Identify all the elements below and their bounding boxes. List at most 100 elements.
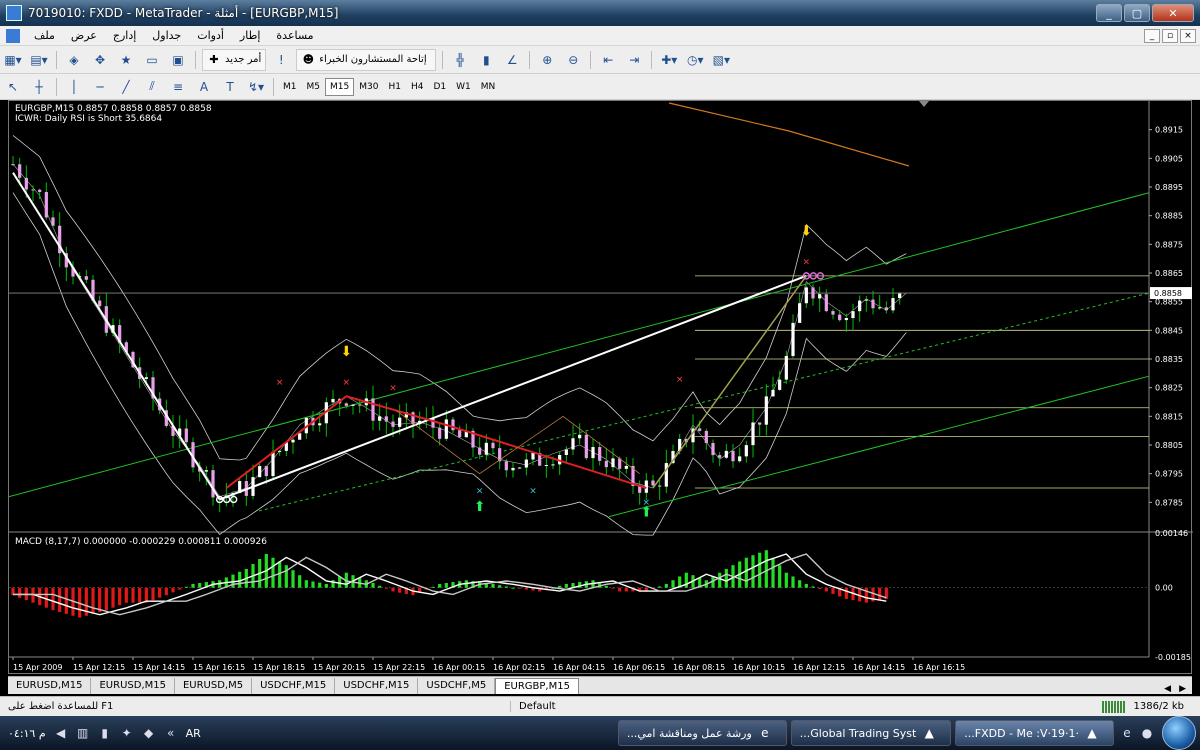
time-label: 15 Apr 16:15 [193, 663, 245, 672]
bar-chart-icon[interactable]: ╬ [449, 50, 471, 70]
line-chart-icon[interactable]: ∠ [501, 50, 523, 70]
mdi-minimize-button[interactable]: _ [1144, 28, 1160, 43]
timeframe-mn[interactable]: MN [476, 78, 501, 96]
profiles-icon[interactable]: ▤▾ [28, 50, 50, 70]
close-button[interactable]: ✕ [1152, 4, 1194, 22]
timeframe-d1[interactable]: D1 [428, 78, 451, 96]
chart-tab[interactable]: EURUSD,M5 [175, 678, 253, 694]
macd-histogram-bar [491, 583, 495, 588]
mdi-close-button[interactable]: × [1180, 28, 1196, 43]
taskbar-task-workshop[interactable]: ...ورشة عمل ومناقشة امي e [617, 720, 787, 746]
tray-app-icon[interactable]: ✦ [120, 726, 134, 740]
minimize-button[interactable]: _ [1096, 4, 1122, 22]
candle-body [791, 322, 795, 357]
menu-view[interactable]: عرض [63, 29, 105, 42]
market-watch-icon[interactable]: ◈ [63, 50, 85, 70]
timeframe-w1[interactable]: W1 [451, 78, 476, 96]
macd-histogram-bar [824, 587, 828, 592]
battery-icon[interactable]: ▮ [98, 726, 112, 740]
arrows-icon[interactable]: ↯▾ [245, 77, 267, 97]
tray-shield-icon[interactable]: ◆ [142, 726, 156, 740]
price-chart[interactable]: 0.8915 0.8905 0.8895 0.8885 0.8875 0.8865 0.88… [9, 101, 1193, 675]
menu-help[interactable]: مساعدة [268, 29, 321, 42]
candle-body [31, 189, 35, 191]
periods-icon[interactable]: ◷▾ [684, 50, 706, 70]
new-order-button[interactable]: ✚ أمر جديد [202, 48, 267, 71]
new-chart-icon[interactable]: ▦▾ [2, 50, 24, 70]
macd-histogram-bar [818, 587, 822, 589]
chart-window[interactable]: 0.8915 0.8905 0.8895 0.8885 0.8875 0.8865 0.88… [8, 100, 1193, 675]
macd-histogram-bar [718, 572, 722, 588]
volume-icon[interactable]: ◀ [54, 726, 68, 740]
chart-tab[interactable]: USDCHF,M15 [252, 678, 336, 694]
crosshair-icon[interactable]: ┼ [28, 77, 50, 97]
candle-body [611, 458, 615, 468]
zoom-in-icon[interactable]: ⊕ [536, 50, 558, 70]
candle-body [891, 298, 895, 311]
metaeditor-icon[interactable]: ! [270, 50, 292, 70]
tray-collapse-icon[interactable]: « [164, 726, 178, 740]
trendline-icon[interactable]: ╱ [115, 77, 137, 97]
candle-body [664, 463, 668, 487]
signal-down-arrow-icon: ⬇ [340, 344, 352, 360]
menu-tools[interactable]: أدوات [189, 29, 232, 42]
macd-histogram-bar [511, 587, 515, 589]
timeframe-h1[interactable]: H1 [383, 78, 406, 96]
templates-icon[interactable]: ▧▾ [710, 50, 732, 70]
favorites-icon[interactable]: ★ [115, 50, 137, 70]
taskbar-clock[interactable]: م ٠٤:١٦ [8, 727, 46, 740]
time-label: 16 Apr 10:15 [733, 663, 785, 672]
taskbar-task-fxdd[interactable]: ...FXDD - Me :V·19·1· ▲ [955, 720, 1114, 746]
zoom-out-icon[interactable]: ⊖ [562, 50, 584, 70]
quicklaunch-firefox-icon[interactable]: ● [1140, 726, 1154, 740]
chart-window-icon[interactable] [6, 28, 20, 43]
candlestick-icon[interactable]: ▮ [475, 50, 497, 70]
chart-tab-active[interactable]: EURGBP,M15 [495, 678, 579, 694]
taskbar-task-global-trading[interactable]: ...Global Trading Syst ▲ [790, 720, 952, 746]
auto-scroll-icon[interactable]: ⇤ [597, 50, 619, 70]
menu-insert[interactable]: إدارج [105, 29, 144, 42]
language-indicator[interactable]: AR [186, 727, 201, 740]
channel-icon[interactable]: ⫽ [141, 77, 163, 97]
candle-body [264, 466, 268, 477]
candle-body [798, 303, 802, 323]
chart-tab[interactable]: EURUSD,M15 [91, 678, 175, 694]
vertical-line-icon[interactable]: │ [63, 77, 85, 97]
menu-charts[interactable]: جداول [144, 29, 189, 42]
text-label-icon[interactable]: T [219, 77, 241, 97]
orange-moving-average [668, 102, 910, 167]
network-icon[interactable]: ▥ [76, 726, 90, 740]
timeframe-m5[interactable]: M5 [302, 78, 326, 96]
expert-advisors-button[interactable]: ☻ إتاحة المستشارون الخبراء [296, 48, 437, 71]
cursor-icon[interactable]: ↖ [2, 77, 24, 97]
timeframe-m1[interactable]: M1 [278, 78, 302, 96]
candle-body [544, 465, 548, 467]
tester-icon[interactable]: ▣ [167, 50, 189, 70]
tab-scroll-right-icon[interactable]: ▶ [1179, 684, 1186, 694]
candle-body [651, 480, 655, 486]
menu-file[interactable]: ملف [26, 29, 63, 42]
mdi-restore-button[interactable]: ▫ [1162, 28, 1178, 43]
horizontal-line-icon[interactable]: ─ [89, 77, 111, 97]
chart-shift-icon[interactable]: ⇥ [623, 50, 645, 70]
tab-scroll-left-icon[interactable]: ◀ [1164, 684, 1171, 694]
terminal-icon[interactable]: ▭ [141, 50, 163, 70]
menu-window[interactable]: إطار [232, 29, 268, 42]
chart-tab[interactable]: EURUSD,M15 [8, 678, 92, 694]
symbol-info: EURGBP,M15 0.8857 0.8858 0.8857 0.8858 [15, 104, 212, 114]
timeframe-m15[interactable]: M15 [325, 77, 355, 96]
maximize-button[interactable]: ▢ [1124, 4, 1150, 22]
candle-body [271, 451, 275, 477]
fibonacci-icon[interactable]: ≡ [167, 77, 189, 97]
quicklaunch-ie-icon[interactable]: e [1120, 726, 1134, 740]
start-button[interactable] [1162, 716, 1196, 750]
macd-histogram-bar [18, 587, 22, 598]
chart-tab[interactable]: USDCHF,M15 [335, 678, 419, 694]
navigator-icon[interactable]: ✥ [89, 50, 111, 70]
chart-tab[interactable]: USDCHF,M5 [418, 678, 496, 694]
text-icon[interactable]: A [193, 77, 215, 97]
indicators-icon[interactable]: ✚▾ [658, 50, 680, 70]
timeframe-h4[interactable]: H4 [406, 78, 429, 96]
timeframe-m30[interactable]: M30 [354, 78, 383, 96]
macd-axis-label: 0.00146 [1155, 529, 1188, 538]
